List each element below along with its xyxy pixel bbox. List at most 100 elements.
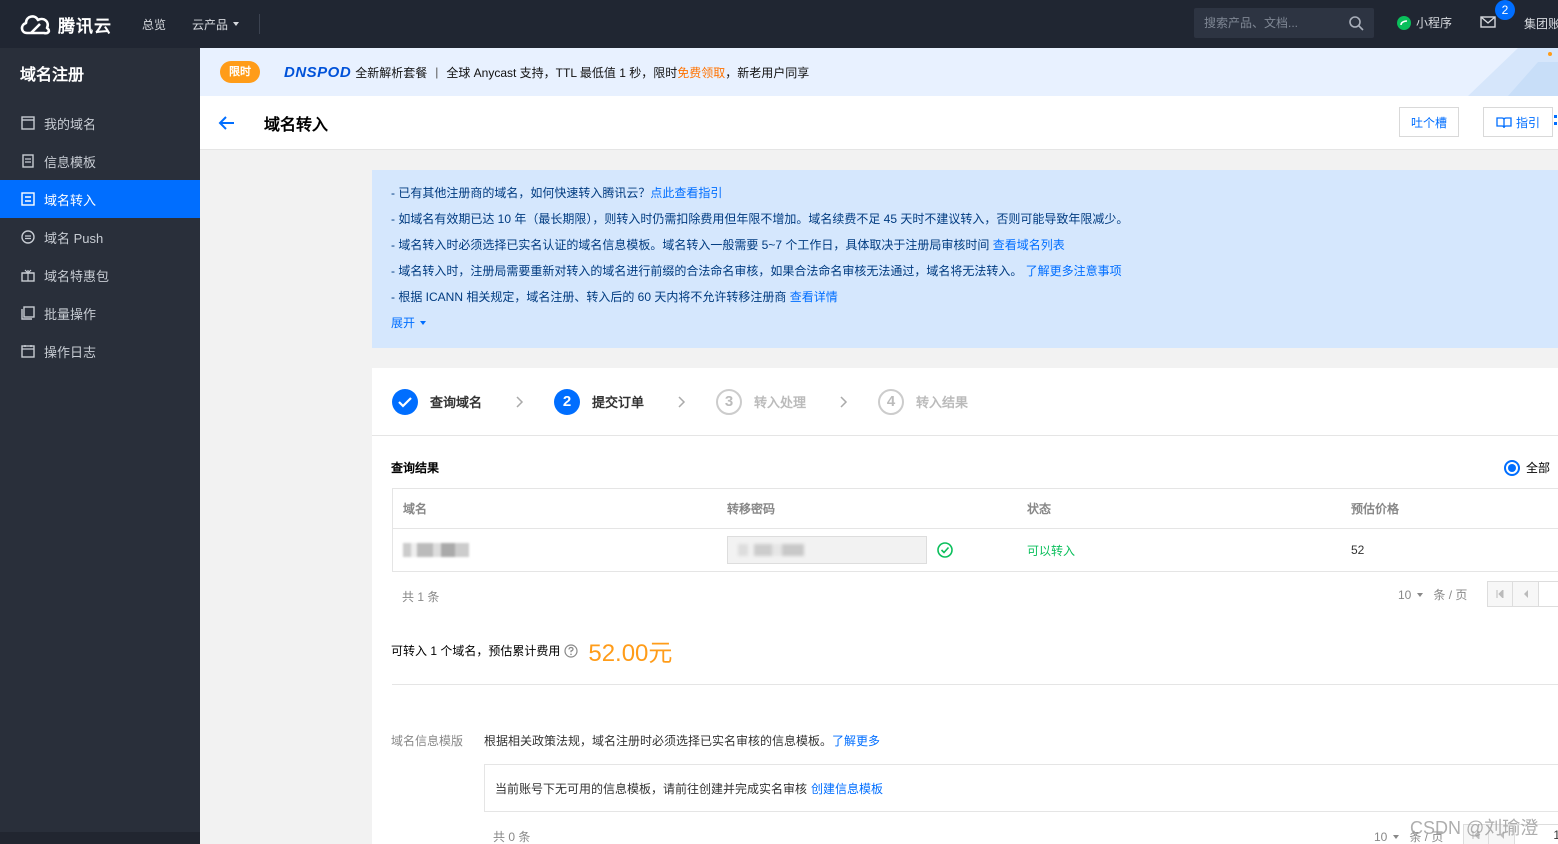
watermark: CSDN @刘瑜澄 [1410, 818, 1539, 838]
document-icon [20, 153, 36, 169]
brand-name: 腾讯云 [58, 16, 112, 36]
step-label: 转入结果 [916, 395, 969, 410]
step-number: 2 [554, 388, 581, 415]
step-transfer-result: 4 转入结果 [878, 388, 969, 415]
transfer-card: 查询域名 2 提交订单 3 转入处理 4 转入结果 查询结果 全部 域名 转移密… [372, 368, 1558, 844]
promo-banner[interactable]: 限时 DNSPOD 全新解析套餐 | 全球 Anycast 支持，TTL 最低值… [200, 48, 1558, 96]
sidebar-item-batch-ops[interactable]: 批量操作 [0, 294, 200, 332]
mini-program-link[interactable]: 小程序 [1396, 14, 1452, 31]
check-icon [392, 388, 418, 415]
notice-link[interactable]: 点此查看指引 [650, 186, 722, 200]
caret-down-icon [233, 22, 240, 26]
estimated-price: 52 [1351, 543, 1365, 557]
book-icon [1496, 116, 1512, 129]
notice-link[interactable]: 了解更多注意事项 [1026, 264, 1122, 278]
sidebar-item-label: 批量操作 [44, 306, 97, 322]
expand-toggle[interactable]: 展开 [391, 314, 428, 332]
notice-line: - 域名转入时，注册局需要重新对转入的域名进行前缀的合法命名审核，如果合法命名审… [391, 264, 1122, 278]
promo-separator: | [435, 65, 439, 79]
mini-program-label: 小程序 [1416, 16, 1453, 30]
sidebar-item-label: 操作日志 [44, 344, 97, 360]
page-number-input[interactable] [1539, 581, 1558, 607]
sidebar-item-info-template[interactable]: 信息模板 [0, 142, 200, 180]
promo-headline: 全新解析套餐 [355, 65, 428, 80]
sidebar-item-domain-package[interactable]: 域名特惠包 [0, 256, 200, 294]
copy-icon [20, 305, 36, 321]
mini-program-icon [1397, 15, 1411, 30]
template-label: 域名信息模版 [391, 734, 464, 748]
radio-all[interactable]: 全部 [1504, 459, 1550, 476]
dnspod-logo: DNSPOD [284, 63, 352, 81]
create-template-link[interactable]: 创建信息模板 [811, 780, 883, 797]
top-navbar: 腾讯云 总览 云产品 小程序 2 集团账 [0, 0, 1558, 48]
notice-box: - 已有其他注册商的域名，如何快速转入腾讯云？点此查看指引 - 如域名有效期已达… [372, 170, 1558, 348]
check-circle-icon [937, 542, 953, 558]
column-header: 转移密码 [727, 502, 776, 516]
column-header: 状态 [1027, 502, 1052, 516]
back-arrow-icon[interactable] [218, 113, 238, 133]
search-icon[interactable] [1348, 15, 1364, 31]
sidebar-item-domain-push[interactable]: 域名 Push [0, 218, 200, 256]
summary-text: 可转入 1 个域名，预估累计费用 [391, 644, 561, 658]
chevron-right-icon [678, 395, 686, 408]
radio-button[interactable] [1504, 459, 1520, 476]
divider [392, 684, 1558, 685]
transfer-code-input[interactable] [727, 536, 927, 564]
step-submit-order: 2 提交订单 [554, 388, 645, 415]
feedback-button[interactable]: 吐个槽 [1399, 107, 1459, 137]
step-query-domain: 查询域名 [392, 388, 482, 415]
query-result-title: 查询结果 [391, 461, 440, 475]
page-size-value: 10 [1398, 587, 1412, 602]
caret-down-icon [1417, 592, 1424, 597]
nav-overview[interactable]: 总览 [142, 16, 166, 33]
notice-line: - 域名转入时必须选择已实名认证的域名信息模板。域名转入一般需要 5~7 个工作… [391, 238, 1065, 252]
sidebar-item-domain-transfer[interactable]: 域名转入 [0, 180, 200, 218]
sidebar-item-label: 域名特惠包 [44, 268, 110, 284]
page-header: 域名转入 吐个槽 指引 [200, 96, 1558, 150]
column-header: 域名 [403, 502, 428, 516]
page-title: 域名转入 [264, 116, 329, 134]
notice-line: - 根据 ICANN 相关规定，域名注册、转入后的 60 天内将不允许转移注册商… [391, 290, 838, 304]
nav-products[interactable]: 云产品 [192, 16, 241, 33]
status-badge: 可以转入 [1027, 543, 1076, 558]
sidebar-item-op-log[interactable]: 操作日志 [0, 332, 200, 370]
page-size-selector[interactable]: 10 条 / 页 [1398, 586, 1467, 603]
page-size-value: 10 [1374, 829, 1388, 844]
total-price: 52.00元 [588, 640, 673, 667]
guide-label: 指引 [1515, 115, 1540, 130]
first-page-icon[interactable] [1487, 581, 1513, 607]
cloud-logo-icon [20, 15, 51, 35]
chevron-right-icon [516, 395, 524, 408]
group-account-menu[interactable]: 集团账 [1524, 15, 1558, 32]
tencent-cloud-logo[interactable]: 腾讯云 [18, 11, 128, 37]
sidebar-collapse-bar[interactable] [0, 832, 200, 844]
sidebar-item-label: 信息模板 [44, 154, 97, 170]
learn-more-link[interactable]: 了解更多 [832, 734, 880, 748]
sidebar-item-my-domains[interactable]: 我的域名 [0, 104, 200, 142]
search-input[interactable] [1204, 16, 1340, 30]
notice-link[interactable]: 查看详情 [790, 290, 838, 304]
table-total: 共 1 条 [402, 590, 440, 604]
prev-page-icon[interactable] [1513, 581, 1539, 607]
template-list-empty: 当前账号下无可用的信息模板，请前往创建并完成实名审核 创建信息模板 [484, 764, 1558, 812]
step-transfer-processing: 3 转入处理 [716, 388, 806, 415]
empty-message: 当前账号下无可用的信息模板，请前往创建并完成实名审核 [495, 781, 808, 796]
more-icon[interactable] [1554, 114, 1558, 130]
mail-icon[interactable] [1480, 15, 1496, 29]
notice-link[interactable]: 查看域名列表 [993, 238, 1065, 252]
caret-down-icon [420, 321, 427, 325]
global-search[interactable] [1194, 8, 1374, 38]
guide-button[interactable]: 指引 [1483, 107, 1553, 137]
sidebar-item-label: 域名 Push [44, 230, 104, 246]
step-label: 提交订单 [592, 395, 645, 410]
promo-highlight[interactable]: 免费领取 [677, 66, 725, 80]
help-icon[interactable] [564, 643, 578, 658]
caret-down-icon [1393, 834, 1400, 839]
promo-text: 全球 Anycast 支持，TTL 最低值 1 秒，限时免费领取，新老用户同享 [446, 65, 810, 80]
calendar-icon [20, 343, 36, 359]
notice-line: - 如域名有效期已达 10 年（最长期限），则转入时仍需扣除费用但年限不增加。域… [391, 212, 1129, 226]
transfer-code-redacted [738, 544, 804, 556]
query-result-table: 域名 转移密码 状态 预估价格 可以转入 52 [392, 488, 1558, 572]
window-icon [20, 115, 36, 131]
message-count-badge: 2 [1495, 0, 1515, 20]
